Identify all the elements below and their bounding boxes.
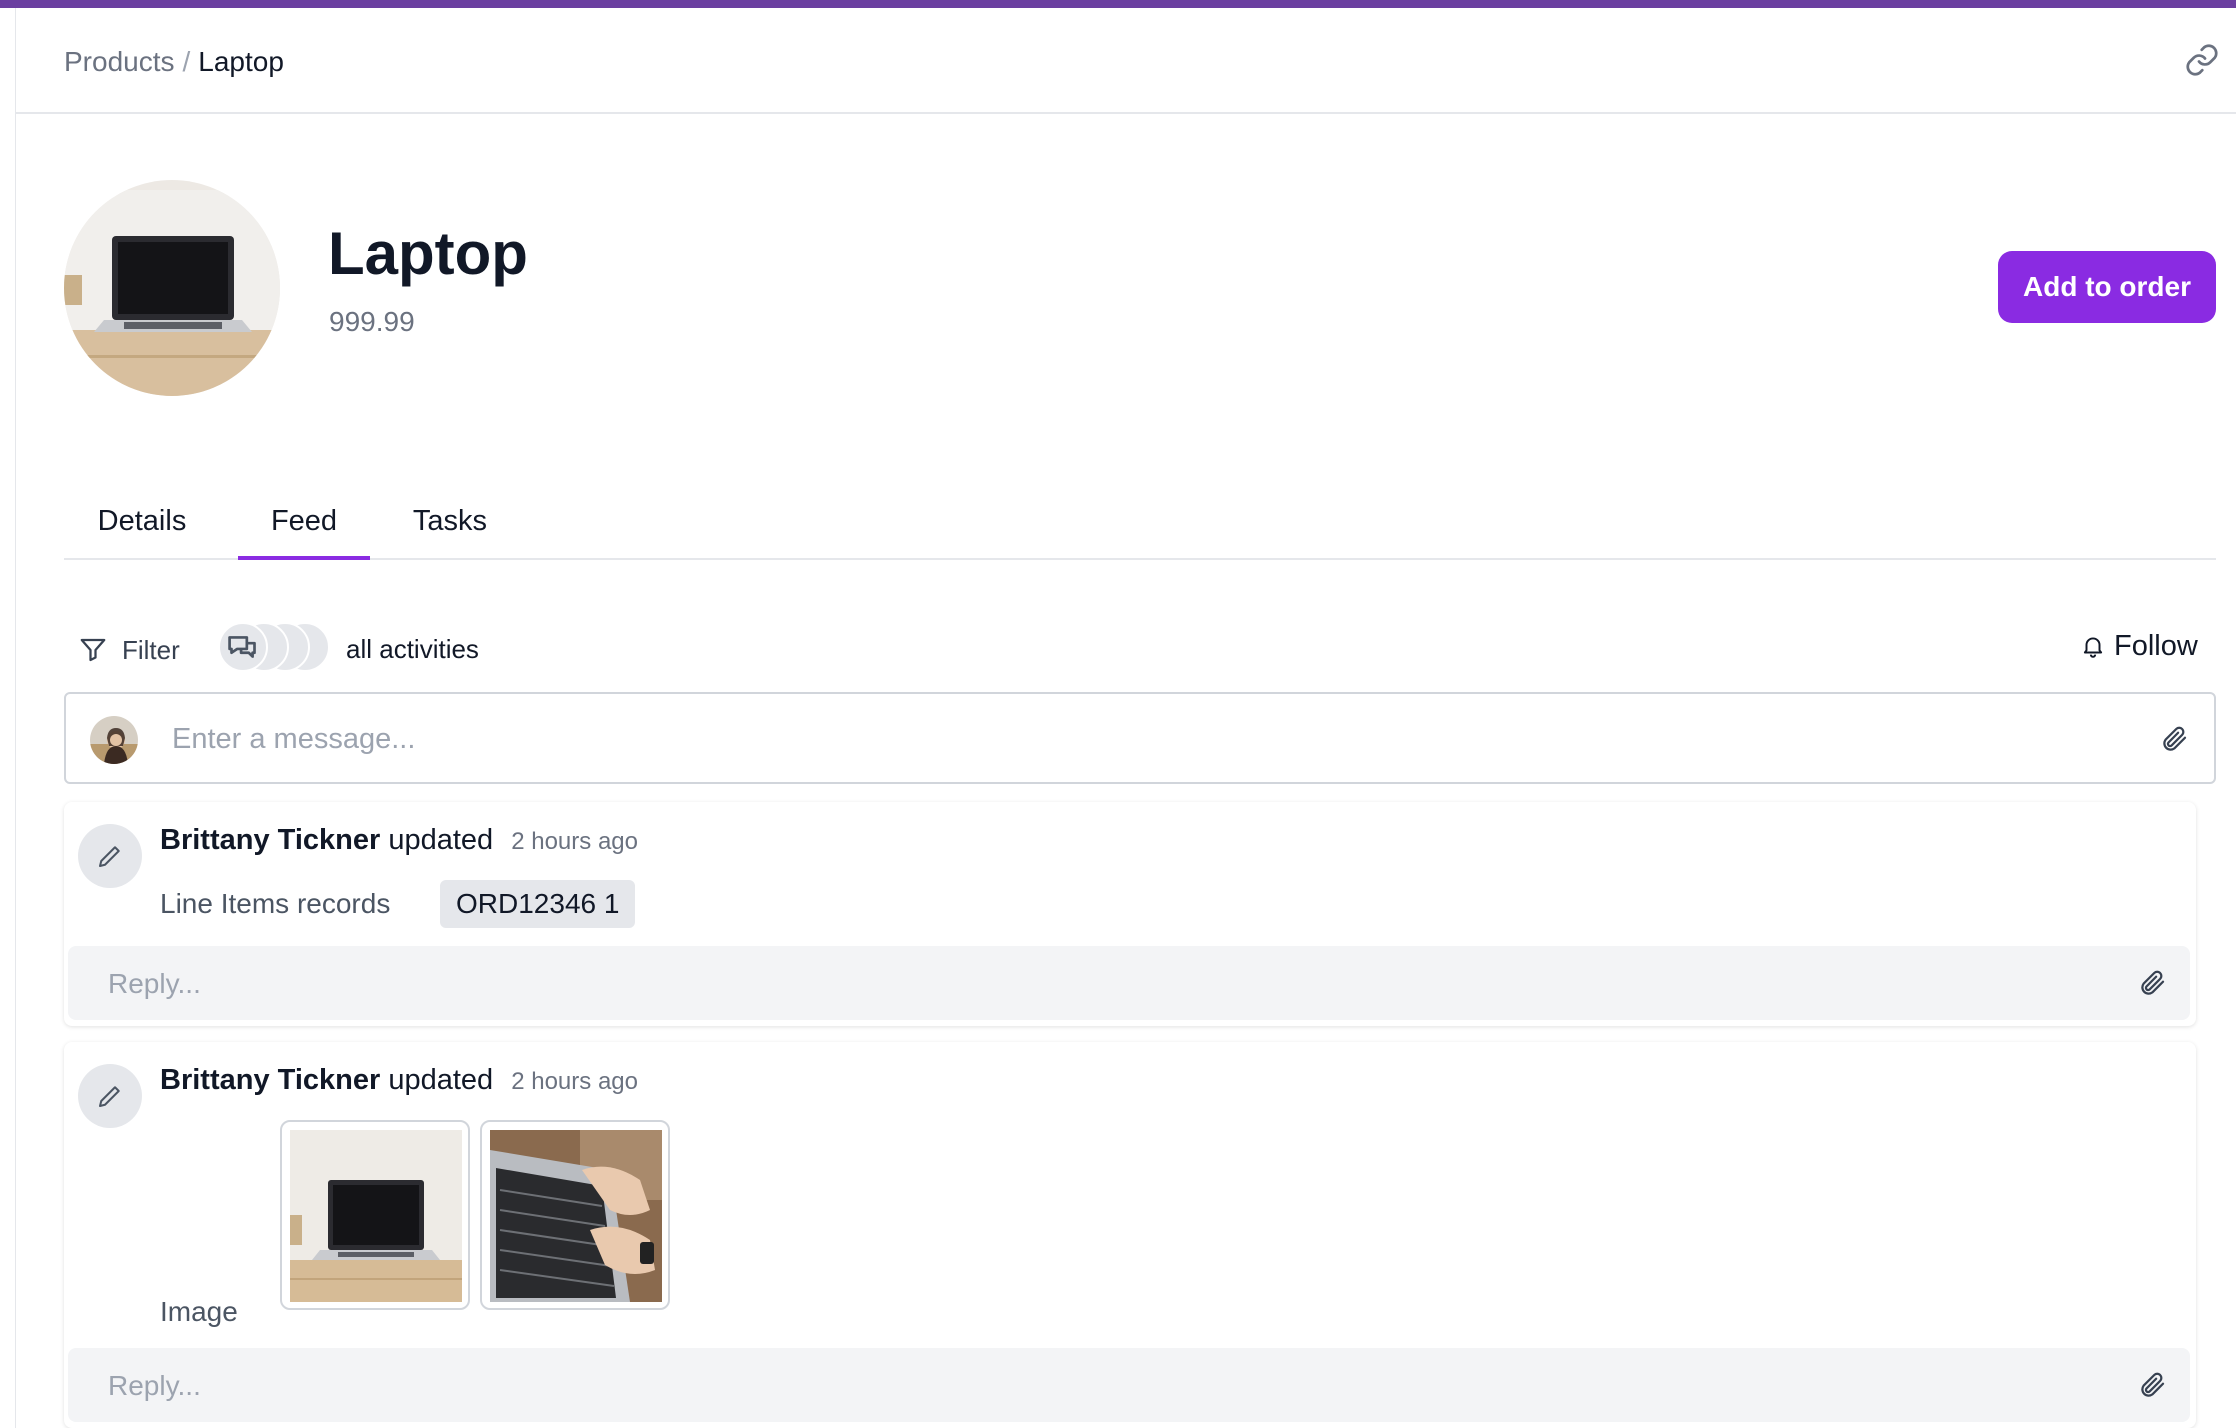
feed-item-header: Brittany Tickner updated 2 hours ago [160,822,638,860]
feed-item: Brittany Tickner updated 2 hours ago Lin… [64,802,2196,1026]
chat-bubbles-icon [218,622,268,672]
feed-author[interactable]: Brittany Tickner [160,1064,380,1096]
laptop-image-thumbnail[interactable] [280,1120,470,1310]
paperclip-icon[interactable] [2138,968,2168,998]
reply-input[interactable] [106,1360,2070,1412]
typing-image-thumbnail[interactable] [480,1120,670,1310]
breadcrumb-separator: / [182,46,191,77]
breadcrumb-current: Laptop [198,46,284,77]
tab-tasks[interactable]: Tasks [386,478,514,558]
tab-feed[interactable]: Feed [238,478,370,560]
feed-verb: updated [388,824,494,856]
filter-label: Filter [122,634,180,665]
current-user-avatar [90,716,138,764]
product-avatar-image [64,180,280,396]
page-header: Products / Laptop [16,8,2236,114]
breadcrumb-products-link[interactable]: Products [64,46,175,77]
edit-pencil-icon [78,824,142,888]
reply-box [68,1348,2190,1422]
feed-timestamp: 2 hours ago [511,1068,638,1095]
record-page: Products / Laptop Laptop 999.99 Add to ord… [16,8,2236,1428]
message-input[interactable] [170,710,2134,768]
follow-button[interactable]: Follow [2080,624,2198,668]
activity-filter-label[interactable]: all activities [346,632,479,666]
bell-icon [2083,637,2103,658]
filter-icon [80,638,106,662]
tab-details[interactable]: Details [64,478,220,558]
filter-button[interactable]: Filter [78,628,180,672]
tab-bar: Details Feed Tasks [64,478,2216,560]
record-tag[interactable]: ORD12346 1 [440,880,636,928]
paperclip-icon[interactable] [2160,724,2190,754]
feed-item: Brittany Tickner updated 2 hours ago Ima… [64,1042,2196,1428]
follow-label: Follow [2114,629,2198,662]
top-accent-bar [0,0,2236,8]
activity-type-selector[interactable] [218,622,330,672]
feed-item-header: Brittany Tickner updated 2 hours ago [160,1062,638,1100]
feed-timestamp: 2 hours ago [511,828,638,855]
reply-box [68,946,2190,1020]
changed-field-label: Line Items records [160,888,391,919]
feed-verb: updated [388,1064,494,1096]
paperclip-icon[interactable] [2138,1370,2168,1400]
changed-field-label: Image [160,1296,238,1327]
reply-input[interactable] [106,958,2070,1010]
add-to-order-button[interactable]: Add to order [1998,251,2216,323]
product-price: 999.99 [329,306,415,337]
feed-author[interactable]: Brittany Tickner [160,824,380,856]
edit-pencil-icon [78,1064,142,1128]
copy-link-icon[interactable] [2184,42,2220,78]
message-composer [64,692,2216,784]
product-title: Laptop [328,220,528,287]
breadcrumb: Products / Laptop [64,44,284,80]
